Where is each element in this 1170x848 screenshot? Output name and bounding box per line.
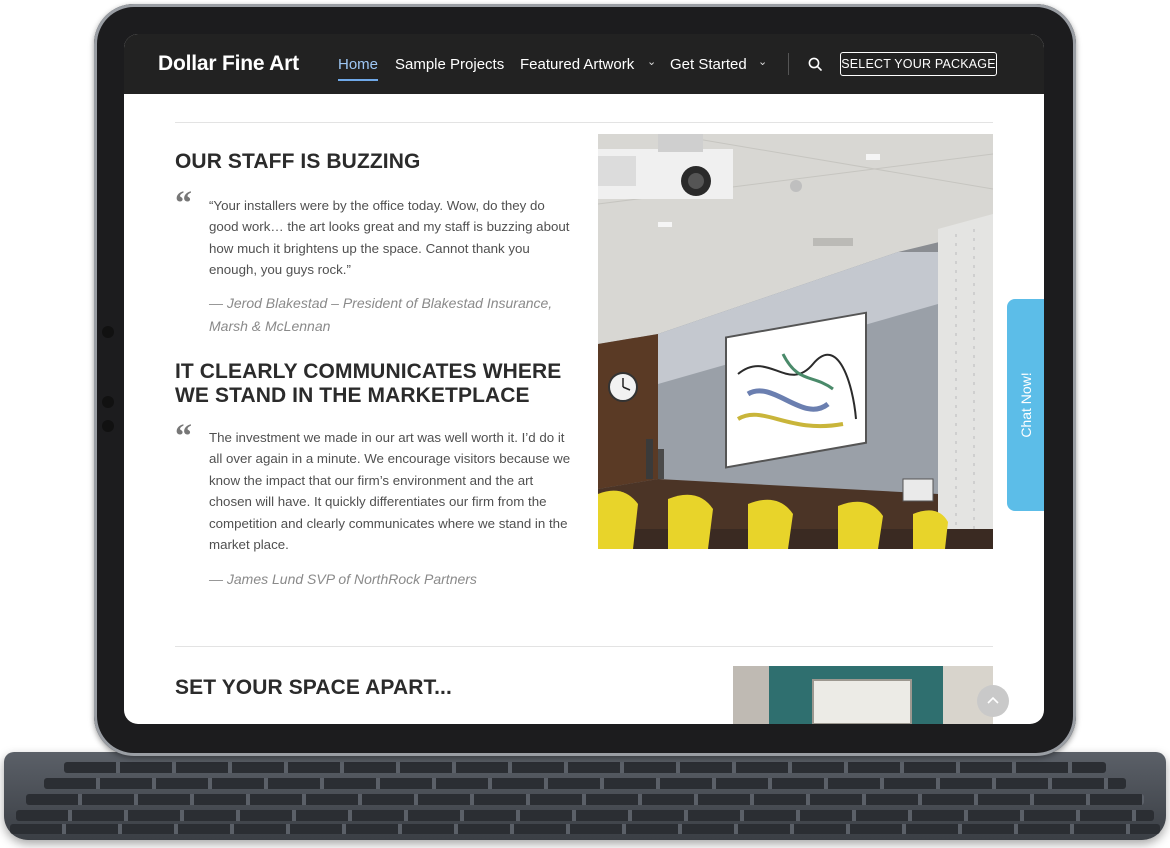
chat-now-button[interactable]: Chat Now! xyxy=(1007,299,1044,511)
testimonial-quote: “Your installers were by the office toda… xyxy=(209,198,570,278)
quote-mark-icon: “ xyxy=(175,418,192,455)
conference-room-photo xyxy=(598,134,993,549)
side-sensor-icon xyxy=(102,420,114,432)
testimonial-quote: The investment we made in our art was we… xyxy=(209,430,571,553)
nav-featured-artwork[interactable]: Featured Artwork xyxy=(520,56,634,73)
select-package-button[interactable]: SELECT YOUR PACKAGE xyxy=(840,52,997,76)
side-sensor-icon xyxy=(102,326,114,338)
keyboard xyxy=(4,752,1166,840)
nav-home[interactable]: Home xyxy=(338,56,378,73)
chevron-up-icon xyxy=(987,696,999,704)
nav-get-started[interactable]: Get Started xyxy=(670,56,747,73)
nav-sample-projects[interactable]: Sample Projects xyxy=(395,56,504,73)
site-header: Dollar Fine Art Home Sample Projects Fea… xyxy=(124,34,1044,94)
chevron-down-icon[interactable]: ⌄ xyxy=(758,55,767,68)
keyboard-row xyxy=(16,810,1154,821)
site-logo[interactable]: Dollar Fine Art xyxy=(158,52,299,76)
side-sensor-icon xyxy=(102,396,114,408)
section-heading: IT CLEARLY COMMUNICATES WHERE WE STAND I… xyxy=(175,360,562,407)
testimonial-citation: — James Lund SVP of NorthRock Partners xyxy=(209,571,477,587)
nav-divider xyxy=(788,53,789,75)
quote-mark-icon: “ xyxy=(175,185,192,222)
section-divider xyxy=(175,646,993,647)
search-icon[interactable] xyxy=(808,57,822,71)
chat-now-label: Chat Now! xyxy=(1017,372,1034,438)
section-heading: OUR STAFF IS BUZZING xyxy=(175,150,421,173)
testimonial-citation: — Jerod Blakestad – President of Blakest… xyxy=(209,295,553,334)
scroll-to-top-button[interactable] xyxy=(977,685,1009,717)
chevron-down-icon[interactable]: ⌄ xyxy=(647,55,656,68)
section-divider xyxy=(175,122,993,123)
keyboard-row xyxy=(10,824,1160,834)
section-heading: SET YOUR SPACE APART... xyxy=(175,676,452,699)
nav-active-indicator xyxy=(338,79,378,81)
browser-viewport: Dollar Fine Art Home Sample Projects Fea… xyxy=(124,34,1044,724)
gallery-photo xyxy=(733,666,993,724)
keyboard-row xyxy=(26,794,1144,805)
keyboard-row xyxy=(64,762,1106,773)
keyboard-row xyxy=(44,778,1126,789)
